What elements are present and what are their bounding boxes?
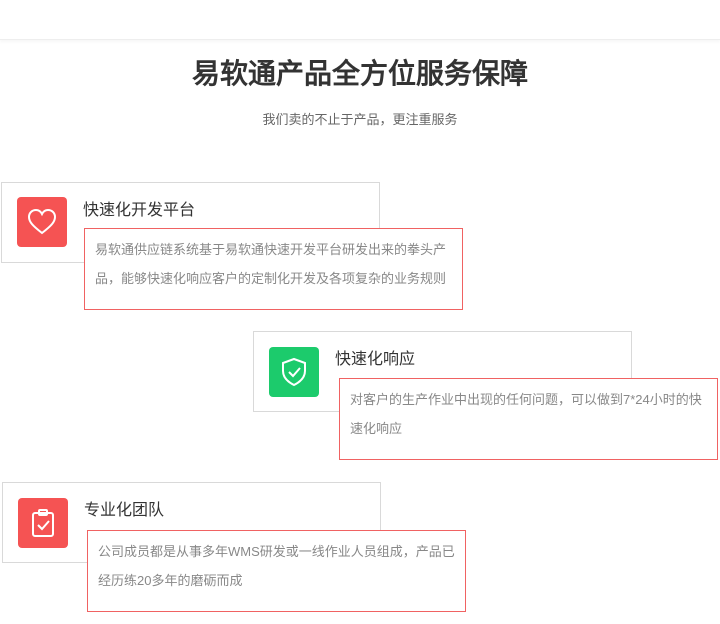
page-title: 易软通产品全方位服务保障 xyxy=(191,58,528,89)
shield-check-icon xyxy=(269,347,319,397)
clipboard-check-icon xyxy=(18,498,68,548)
feature-title: 快速化响应 xyxy=(335,351,416,368)
feature-description: 对客户的生产作业中出现的任何问题，可以做到7*24小时的快速化响应 xyxy=(339,378,718,460)
feature-title: 专业化团队 xyxy=(84,502,165,519)
feature-title: 快速化开发平台 xyxy=(83,202,196,219)
top-bar xyxy=(0,0,720,40)
page-subtitle: 我们卖的不止于产品，更注重服务 xyxy=(262,112,458,127)
feature-description: 公司成员都是从事多年WMS研发或一线作业人员组成，产品已经历练20多年的磨砺而成 xyxy=(87,530,466,612)
feature-description: 易软通供应链系统基于易软通快速开发平台研发出来的拳头产品，能够快速化响应客户的定… xyxy=(84,228,463,310)
heart-icon xyxy=(17,197,67,247)
